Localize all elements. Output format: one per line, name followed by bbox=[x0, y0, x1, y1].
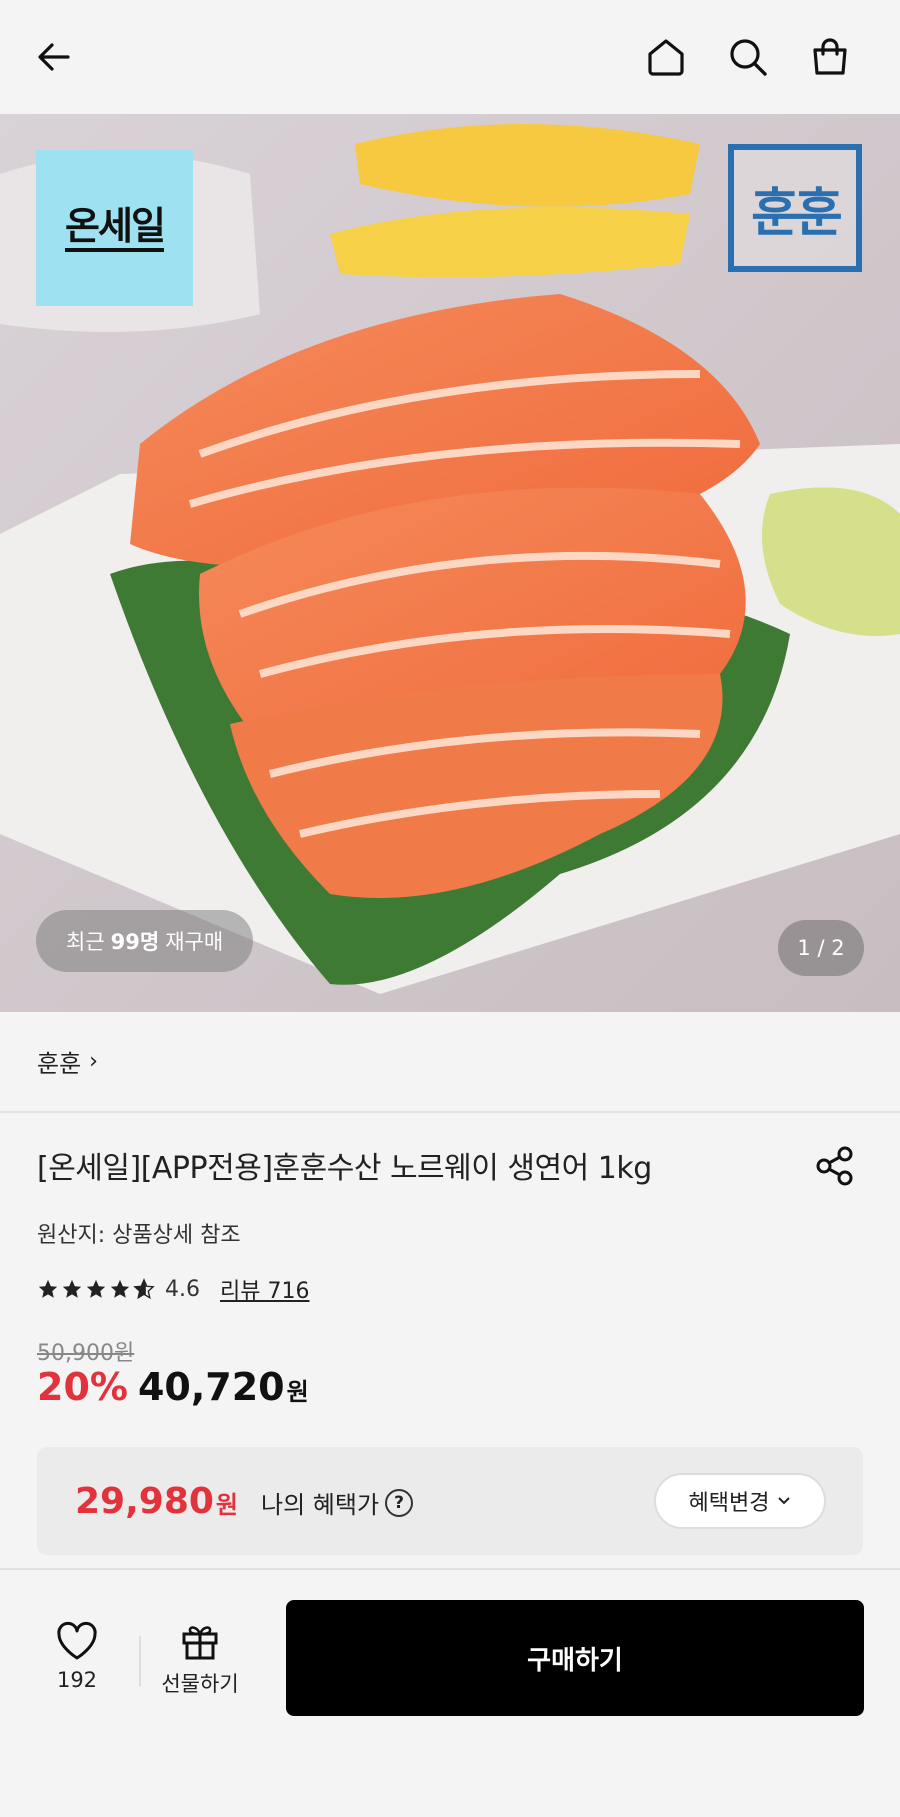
change-benefit-button[interactable]: 혜택변경 bbox=[654, 1473, 826, 1529]
benefit-label-text: 나의 혜택가 bbox=[261, 1491, 380, 1519]
like-button[interactable]: 192 bbox=[40, 1620, 114, 1720]
brand-name: 훈훈 bbox=[37, 1050, 82, 1078]
heart-icon bbox=[57, 1621, 97, 1660]
gift-icon bbox=[182, 1626, 218, 1660]
home-icon[interactable] bbox=[642, 33, 690, 81]
benefit-price: 29,980 원 bbox=[75, 1481, 238, 1522]
brand-link[interactable]: 훈훈 › bbox=[0, 1012, 900, 1113]
discount-rate: 20% bbox=[37, 1365, 128, 1409]
product-title: [온세일][APP전용]훈훈수산 노르웨이 생연어 1kg bbox=[37, 1151, 652, 1186]
repurchase-suffix: 재구매 bbox=[165, 930, 224, 954]
brand-logo-text: 훈훈 bbox=[751, 183, 843, 244]
shopping-bag-icon[interactable] bbox=[806, 33, 854, 81]
star-icon bbox=[86, 1279, 106, 1298]
product-info: [온세일][APP전용]훈훈수산 노르웨이 생연어 1kg 원산지: 상품상세 … bbox=[0, 1113, 900, 1573]
image-pager: 1 / 2 bbox=[778, 920, 864, 976]
change-benefit-label: 혜택변경 bbox=[688, 1491, 770, 1516]
original-price: 50,900원 bbox=[37, 1341, 135, 1366]
rating-stars bbox=[37, 1278, 155, 1300]
search-icon[interactable] bbox=[724, 33, 772, 81]
repurchase-count: 99명 bbox=[110, 930, 160, 954]
rating-value: 4.6 bbox=[165, 1276, 200, 1302]
onsale-badge-text: 온세일 bbox=[65, 204, 166, 252]
price-row: 20% 40,720 원 bbox=[37, 1365, 309, 1409]
divider bbox=[139, 1636, 141, 1686]
chevron-right-icon: › bbox=[89, 1049, 98, 1074]
review-link[interactable]: 리뷰 716 bbox=[220, 1273, 309, 1305]
bottom-action-bar: 192 선물하기 구매하기 bbox=[0, 1568, 900, 1817]
star-icon bbox=[62, 1279, 82, 1298]
benefit-price-unit: 원 bbox=[215, 1491, 239, 1519]
onsale-badge: 온세일 bbox=[36, 150, 193, 306]
repurchase-prefix: 최근 bbox=[66, 930, 105, 954]
help-icon[interactable]: ? bbox=[385, 1488, 414, 1517]
rating-row: 4.6 리뷰 716 bbox=[37, 1273, 309, 1305]
back-arrow-icon[interactable] bbox=[30, 33, 78, 81]
benefit-label: 나의 혜택가 ? bbox=[261, 1485, 414, 1520]
top-bar bbox=[0, 0, 900, 114]
like-count: 192 bbox=[56, 1668, 98, 1692]
benefit-price-box: 29,980 원 나의 혜택가 ? 혜택변경 bbox=[37, 1447, 863, 1555]
star-half-icon bbox=[133, 1278, 155, 1300]
benefit-price-value: 29,980 bbox=[75, 1481, 214, 1522]
sale-price: 40,720 bbox=[137, 1365, 285, 1409]
star-icon bbox=[110, 1279, 130, 1298]
product-image-carousel[interactable]: 온세일 훈훈 최근 99명 재구매 1 / 2 bbox=[0, 114, 900, 1012]
gift-button[interactable]: 선물하기 bbox=[152, 1620, 248, 1720]
share-icon[interactable] bbox=[812, 1143, 858, 1189]
gift-label: 선물하기 bbox=[161, 1672, 239, 1696]
sale-price-unit: 원 bbox=[286, 1378, 309, 1406]
buy-button[interactable]: 구매하기 bbox=[286, 1600, 864, 1716]
chevron-down-icon bbox=[778, 1497, 791, 1505]
repurchase-badge: 최근 99명 재구매 bbox=[36, 910, 254, 972]
origin-text: 원산지: 상품상세 참조 bbox=[37, 1223, 241, 1248]
star-icon bbox=[38, 1279, 58, 1298]
brand-logo: 훈훈 bbox=[728, 144, 862, 272]
